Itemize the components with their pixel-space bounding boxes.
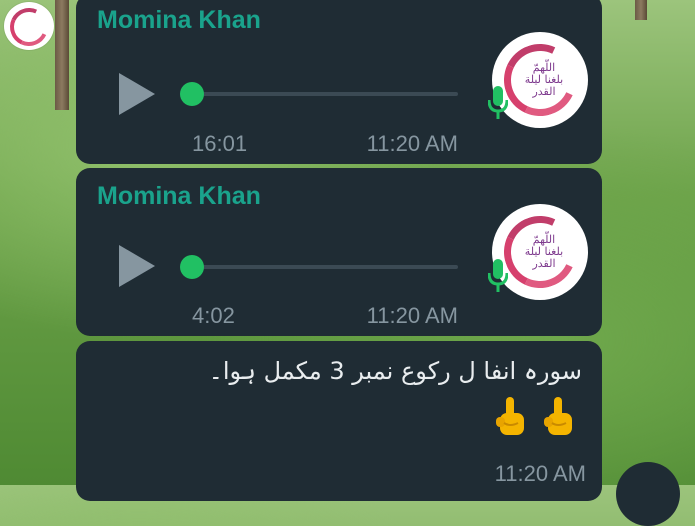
background-tree [55,0,69,110]
audio-progress-track[interactable] [190,265,458,269]
audio-duration: 4:02 [192,303,235,328]
voice-message-bubble[interactable]: Momina Khan 16:01 11:20 AM اللّهمّ بلغنا… [76,0,602,164]
text-message-bubble[interactable]: سورہ انفا ل رکوع نمبر 3 مکمل ہوا۔ 11:20 … [76,341,602,501]
avatar-script: اللّهمّ بلغنا ليلة القدر [524,61,564,98]
sender-name[interactable]: Momina Khan [97,182,261,211]
avatar-script: اللّهمّ بلغنا ليلة القدر [524,233,564,270]
sender-avatar[interactable] [4,2,54,52]
audio-duration: 16:01 [192,131,248,156]
sender-name[interactable]: Momina Khan [97,6,261,35]
voice-message-bubble[interactable]: Momina Khan 4:02 11:20 AM اللّهمّ بلغنا … [76,168,602,336]
message-time: 11:20 AM [494,461,586,486]
mic-icon [488,86,508,120]
audio-seek-knob[interactable] [180,82,204,106]
emoji-row [494,397,576,437]
message-text: سورہ انفا ل رکوع نمبر 3 مکمل ہوا۔ [208,357,582,385]
audio-progress-track[interactable] [190,92,458,96]
pointing-up-emoji [542,397,576,437]
play-icon[interactable] [119,73,155,115]
message-time: 11:20 AM [366,303,458,328]
play-icon[interactable] [119,245,155,287]
scroll-down-icon[interactable] [616,462,680,526]
background-tree [635,0,647,20]
mic-icon [488,259,508,293]
message-time: 11:20 AM [366,131,458,156]
pointing-up-emoji [494,397,528,437]
audio-seek-knob[interactable] [180,255,204,279]
